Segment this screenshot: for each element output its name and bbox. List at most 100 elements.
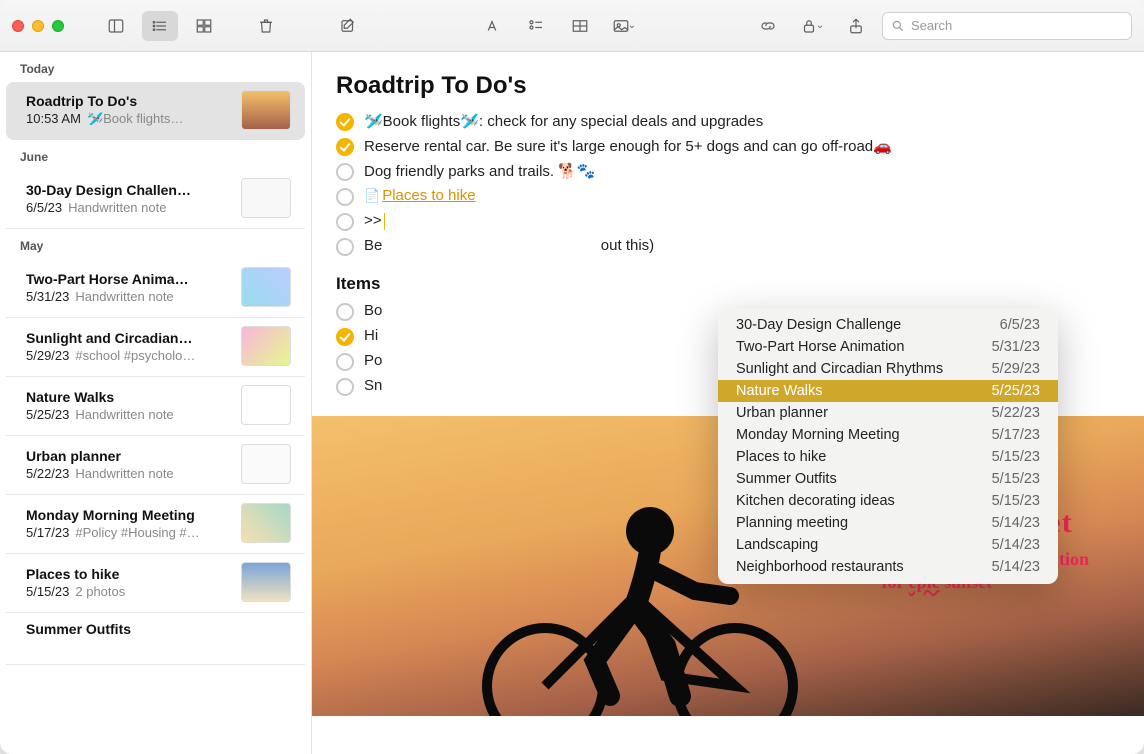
- note-item-title: Urban planner: [26, 448, 235, 464]
- suggestion-item[interactable]: Sunlight and Circadian Rhythms5/29/23: [718, 358, 1058, 380]
- suggestion-name: Places to hike: [736, 449, 826, 465]
- notes-group-label: June: [0, 140, 311, 170]
- note-item-subtitle: 5/17/23#Policy #Housing #…: [26, 525, 235, 540]
- note-thumbnail: [241, 562, 291, 602]
- list-icon: [151, 17, 169, 35]
- search-placeholder: Search: [911, 18, 952, 33]
- minimize-window-button[interactable]: [32, 20, 44, 32]
- note-thumbnail: [241, 267, 291, 307]
- notes-list[interactable]: TodayRoadtrip To Do's10:53 AM🛩️Book flig…: [0, 52, 312, 754]
- checklist-item[interactable]: Reserve rental car. Be sure it's large e…: [336, 137, 1120, 156]
- suggestion-item[interactable]: Planning meeting 5/14/23: [718, 512, 1058, 534]
- grid-icon: [195, 17, 213, 35]
- zoom-window-button[interactable]: [52, 20, 64, 32]
- list-view-button[interactable]: [142, 11, 178, 41]
- checklist-text[interactable]: Bo: [364, 302, 382, 319]
- lock-button[interactable]: ⌄: [794, 11, 830, 41]
- checkbox[interactable]: [336, 113, 354, 131]
- suggestion-item[interactable]: Landscaping5/14/23: [718, 534, 1058, 556]
- section-heading[interactable]: Items: [336, 274, 1120, 294]
- note-list-item[interactable]: Monday Morning Meeting5/17/23#Policy #Ho…: [6, 495, 305, 554]
- checklist-text[interactable]: Reserve rental car. Be sure it's large e…: [364, 137, 892, 155]
- search-input[interactable]: Search: [882, 12, 1132, 40]
- note-list-item[interactable]: Summer Outfits: [6, 613, 305, 665]
- note-thumbnail: [241, 178, 291, 218]
- suggestion-date: 5/25/23: [992, 383, 1040, 399]
- note-list-item[interactable]: Urban planner5/22/23Handwritten note: [6, 436, 305, 495]
- suggestion-item[interactable]: Neighborhood restaurants 5/14/23: [718, 556, 1058, 578]
- delete-note-button[interactable]: [248, 11, 284, 41]
- note-item-subtitle: [26, 639, 291, 654]
- suggestion-item[interactable]: Places to hike5/15/23: [718, 446, 1058, 468]
- checklist-text[interactable]: Sn: [364, 377, 382, 394]
- compose-icon: [339, 17, 357, 35]
- suggestion-name: Monday Morning Meeting: [736, 427, 900, 443]
- checklist-text[interactable]: 🛩️Book flights🛩️: check for any special …: [364, 112, 763, 130]
- note-editor[interactable]: Roadtrip To Do's 🛩️Book flights🛩️: check…: [312, 52, 1144, 754]
- suggestion-date: 5/14/23: [992, 559, 1040, 575]
- link-icon: [759, 17, 777, 35]
- sidebar-icon: [107, 17, 125, 35]
- checkbox[interactable]: [336, 238, 354, 256]
- checklist-item[interactable]: Dog friendly parks and trails. 🐕🐾: [336, 162, 1120, 181]
- suggestion-name: Sunlight and Circadian Rhythms: [736, 361, 943, 377]
- chevron-down-icon: ⌄: [816, 20, 824, 31]
- share-button[interactable]: [838, 11, 874, 41]
- note-link[interactable]: Places to hike: [382, 187, 475, 204]
- checkbox[interactable]: [336, 353, 354, 371]
- note-list-item[interactable]: Sunlight and Circadian…5/29/23#school #p…: [6, 318, 305, 377]
- suggestion-item[interactable]: Two-Part Horse Animation5/31/23: [718, 336, 1058, 358]
- chevron-down-icon: ⌄: [628, 20, 636, 31]
- suggestion-name: Urban planner: [736, 405, 828, 421]
- note-link-suggestion-menu[interactable]: 30-Day Design Challenge6/5/23Two-Part Ho…: [718, 308, 1058, 584]
- text-format-icon: [483, 17, 501, 35]
- suggestion-item[interactable]: Urban planner5/22/23: [718, 402, 1058, 424]
- titlebar: ⌄ ⌄ Search: [0, 0, 1144, 52]
- suggestion-name: Planning meeting: [736, 515, 848, 531]
- note-list-item[interactable]: Nature Walks5/25/23Handwritten note: [6, 377, 305, 436]
- checkbox[interactable]: [336, 303, 354, 321]
- checkbox[interactable]: [336, 328, 354, 346]
- checkbox[interactable]: [336, 138, 354, 156]
- gallery-view-button[interactable]: [186, 11, 222, 41]
- checklist-button[interactable]: [518, 11, 554, 41]
- close-window-button[interactable]: [12, 20, 24, 32]
- checkbox[interactable]: [336, 163, 354, 181]
- new-note-button[interactable]: [330, 11, 366, 41]
- checklist-item[interactable]: 🛩️Book flights🛩️: check for any special …: [336, 112, 1120, 131]
- checklist-item[interactable]: 📄Places to hike: [336, 187, 1120, 206]
- suggestion-date: 5/14/23: [992, 515, 1040, 531]
- checklist-text[interactable]: Dog friendly parks and trails. 🐕🐾: [364, 162, 596, 180]
- checklist-text[interactable]: Po: [364, 352, 382, 369]
- note-item-subtitle: 5/29/23#school #psycholo…: [26, 348, 235, 363]
- suggestion-name: 30-Day Design Challenge: [736, 317, 901, 333]
- note-list-item[interactable]: 30-Day Design Challen…6/5/23Handwritten …: [6, 170, 305, 229]
- checklist-item[interactable]: Best friends on strip (ask Martha about …: [336, 237, 1120, 256]
- note-list-item[interactable]: Places to hike5/15/232 photos: [6, 554, 305, 613]
- suggestion-item[interactable]: Monday Morning Meeting5/17/23: [718, 424, 1058, 446]
- note-thumbnail: [241, 385, 291, 425]
- format-button[interactable]: [474, 11, 510, 41]
- suggestion-name: Neighborhood restaurants: [736, 559, 904, 575]
- suggestion-name: Summer Outfits: [736, 471, 837, 487]
- checklist-item-typing[interactable]: >>: [336, 212, 1120, 231]
- checkbox[interactable]: [336, 213, 354, 231]
- suggestion-name: Kitchen decorating ideas: [736, 493, 895, 509]
- note-list-item[interactable]: Roadtrip To Do's10:53 AM🛩️Book flights…: [6, 82, 305, 140]
- suggestion-item[interactable]: 30-Day Design Challenge6/5/23: [718, 314, 1058, 336]
- toggle-columns-button[interactable]: [98, 11, 134, 41]
- suggestion-item[interactable]: Summer Outfits5/15/23: [718, 468, 1058, 490]
- note-title[interactable]: Roadtrip To Do's: [336, 72, 1120, 100]
- suggestion-item[interactable]: Nature Walks5/25/23: [718, 380, 1058, 402]
- media-button[interactable]: ⌄: [606, 11, 642, 41]
- note-item-subtitle: 5/31/23Handwritten note: [26, 289, 235, 304]
- checkbox[interactable]: [336, 188, 354, 206]
- text-cursor: [384, 213, 385, 230]
- suggestion-item[interactable]: Kitchen decorating ideas5/15/23: [718, 490, 1058, 512]
- checkbox[interactable]: [336, 378, 354, 396]
- table-button[interactable]: [562, 11, 598, 41]
- checklist-text[interactable]: Hi: [364, 327, 378, 344]
- link-note-button[interactable]: [750, 11, 786, 41]
- checklist-icon: [527, 17, 545, 35]
- note-list-item[interactable]: Two-Part Horse Anima…5/31/23Handwritten …: [6, 259, 305, 318]
